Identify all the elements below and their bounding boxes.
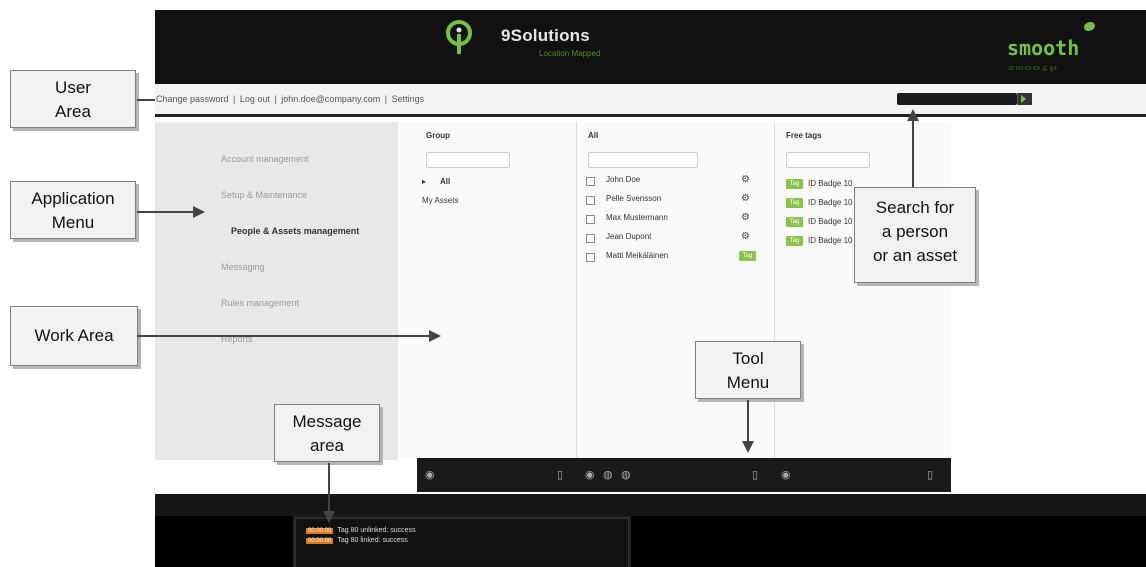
list-item[interactable]: Jean Dupont ⚙	[586, 231, 750, 247]
group-filter-input[interactable]	[426, 152, 510, 168]
link-icon[interactable]: ◍	[621, 468, 631, 481]
arrow-line	[137, 335, 429, 337]
settings-link[interactable]: Settings	[391, 94, 426, 104]
arrow-line	[137, 99, 155, 101]
group-column: Group ▸ All My Assets	[416, 122, 577, 458]
trash-icon[interactable]: ▯	[927, 468, 933, 481]
checkbox[interactable]	[586, 177, 595, 186]
logout-link[interactable]: Log out	[239, 94, 271, 104]
group-row-my-assets[interactable]: My Assets	[422, 196, 458, 205]
tool-menu: ◉ ▯ ◉ ◍ ◍ ▯ ◉ ▯	[417, 458, 951, 492]
menu-item-messaging[interactable]: Messaging	[221, 262, 265, 272]
checkbox[interactable]	[586, 196, 595, 205]
brand-title: 9Solutions	[501, 26, 590, 45]
app-screenshot: 9Solutions Location Mapped smooth smooth…	[155, 10, 1146, 567]
group-row-all[interactable]: All	[440, 177, 450, 186]
change-password-link[interactable]: Change password	[155, 94, 230, 104]
list-item[interactable]: John Doe ⚙	[586, 174, 750, 190]
callout-application-menu: Application Menu	[10, 181, 136, 239]
tag-badge: Tag	[786, 217, 803, 227]
tag-badge: Tag	[786, 198, 803, 208]
arrow-head	[742, 441, 754, 453]
menu-item-rules-management[interactable]: Rules management	[221, 298, 299, 308]
gear-icon[interactable]: ⚙	[741, 212, 750, 223]
gear-icon[interactable]: ⚙	[741, 193, 750, 204]
app-header: 9Solutions Location Mapped smooth smooth	[155, 10, 1146, 84]
arrow-head	[429, 330, 441, 342]
callout-tool-menu: Tool Menu	[695, 341, 801, 399]
unlink-icon[interactable]: ◍	[603, 468, 613, 481]
all-column: All John Doe ⚙ Pelle Svensson ⚙ Max Must…	[578, 122, 775, 458]
location-pin-icon	[446, 20, 472, 54]
brand-subtitle: Location Mapped	[539, 49, 601, 58]
add-icon[interactable]: ◉	[585, 468, 595, 481]
search-input[interactable]	[897, 93, 1017, 105]
callout-user-area: User Area	[10, 70, 136, 128]
tag-badge[interactable]: Tag	[739, 251, 756, 261]
callout-search: Search for a person or an asset	[854, 187, 976, 283]
expand-icon[interactable]: ▸	[422, 177, 426, 186]
free-tags-header: Free tags	[786, 131, 822, 140]
arrow-line	[137, 211, 193, 213]
gear-icon[interactable]: ⚙	[741, 231, 750, 242]
arrow-head	[323, 511, 335, 523]
tag-badge: Tag	[786, 236, 803, 246]
tag-badge: Tag	[786, 179, 803, 189]
add-icon[interactable]: ◉	[425, 468, 435, 481]
callout-work-area: Work Area	[10, 306, 138, 366]
message-area: 00:00:00 Tag 80 unlinked: success 00:00:0…	[295, 518, 629, 567]
gear-icon[interactable]: ⚙	[741, 174, 750, 185]
user-bar: Change password | Log out | john.doe@com…	[155, 84, 1146, 117]
menu-item-account-management[interactable]: Account management	[221, 154, 309, 164]
free-tags-filter-input[interactable]	[786, 152, 870, 168]
add-icon[interactable]: ◉	[781, 468, 791, 481]
list-item[interactable]: Max Mustermann ⚙	[586, 212, 750, 228]
all-filter-input[interactable]	[588, 152, 698, 168]
arrow-line	[328, 463, 330, 513]
all-column-header: All	[588, 131, 599, 140]
arrow-line	[747, 400, 749, 442]
checkbox[interactable]	[586, 234, 595, 243]
checkbox[interactable]	[586, 215, 595, 224]
arrow-right-icon	[1021, 95, 1026, 103]
partner-logo: smooth	[1007, 36, 1080, 60]
arrow-line	[912, 120, 914, 187]
checkbox[interactable]	[586, 253, 595, 262]
partner-logo-reflection: smooth	[1007, 64, 1058, 72]
trash-icon[interactable]: ▯	[557, 468, 563, 481]
menu-item-setup-maintenance[interactable]: Setup & Maintenance	[221, 190, 307, 200]
footer-band	[155, 494, 1146, 516]
leaf-icon	[1084, 22, 1095, 31]
free-tags-column: Free tags Tag ID Badge 10 Tag ID Badge 1…	[776, 122, 951, 458]
work-area: Group ▸ All My Assets All John Doe ⚙ Pel…	[398, 122, 951, 458]
message-item: 00:00:00 Tag 80 unlinked: success	[306, 527, 416, 534]
arrow-head	[193, 206, 205, 218]
footer-area: 00:00:00 Tag 80 unlinked: success 00:00:0…	[155, 494, 1146, 567]
list-item[interactable]: Matti Meikäläinen Tag	[586, 250, 756, 266]
list-item[interactable]: Pelle Svensson ⚙	[586, 193, 750, 209]
callout-message-area: Message area	[274, 404, 380, 462]
user-email-link[interactable]: john.doe@company.com	[280, 94, 381, 104]
message-item: 00:00:00 Tag 80 linked: success	[306, 537, 408, 544]
trash-icon[interactable]: ▯	[752, 468, 758, 481]
menu-item-people-assets[interactable]: People & Assets management	[231, 226, 359, 236]
group-column-header: Group	[426, 131, 450, 140]
user-links: Change password | Log out | john.doe@com…	[155, 94, 426, 104]
